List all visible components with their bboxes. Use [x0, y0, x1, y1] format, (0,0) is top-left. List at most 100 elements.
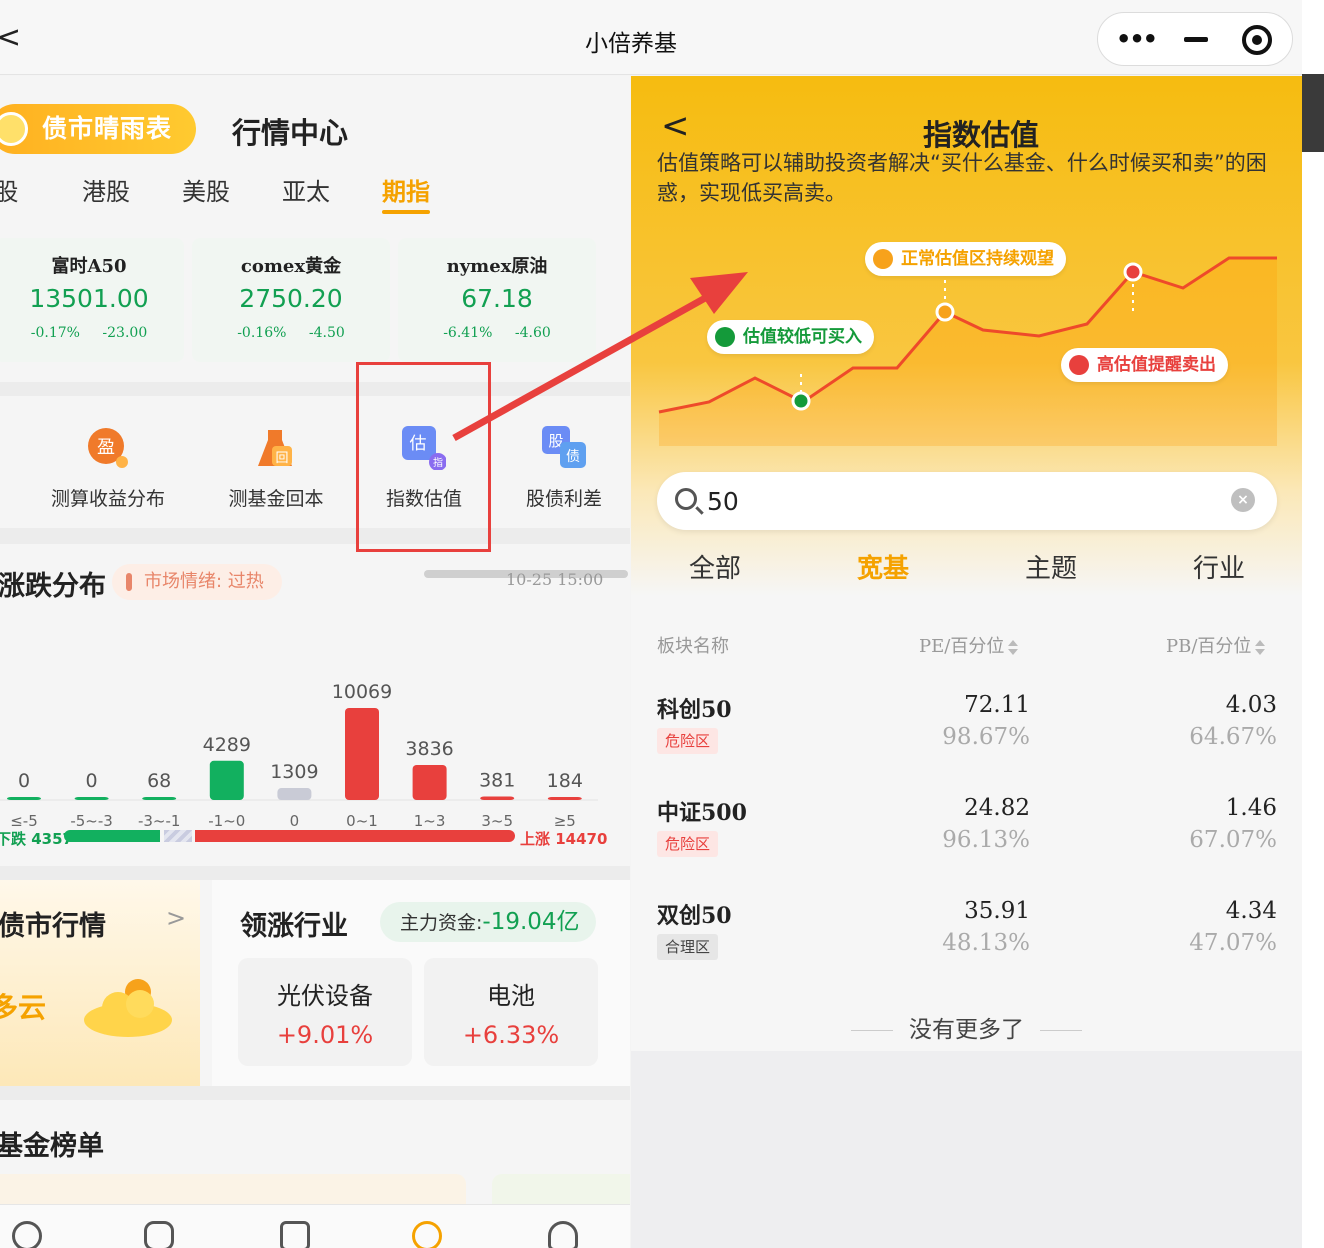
- annotation-highlight-box: [356, 362, 491, 552]
- app-title: 小倍养基: [585, 31, 677, 57]
- bar-3: [209, 760, 244, 800]
- bond-weather-badge[interactable]: 债市晴雨表: [0, 104, 196, 154]
- search-icon: [675, 488, 697, 510]
- quote-change: -0.16% -4.50: [237, 325, 345, 341]
- market-tab-icon[interactable]: [412, 1221, 442, 1248]
- divider: [0, 382, 630, 396]
- col-header-pe[interactable]: PE/百分位: [919, 632, 1019, 658]
- quote-name: comex黄金: [240, 256, 342, 277]
- bar-0: [7, 797, 41, 800]
- leading-industries-card: 领涨行业 主力资金:-19.04亿 光伏设备 +9.01% 电池 +6.33%: [212, 880, 630, 1086]
- search-box: ×: [657, 472, 1277, 530]
- orange-dot-icon: [873, 249, 893, 269]
- tool-profit-distribution[interactable]: 盈 测算收益分布: [38, 426, 178, 511]
- bar-value-label: 68: [147, 770, 171, 792]
- profile-tab-icon[interactable]: [548, 1221, 578, 1248]
- col-header-name: 板块名称: [657, 636, 729, 657]
- tool-equity-bond-spread[interactable]: 股债 股债利差: [494, 426, 630, 511]
- bond-market-card[interactable]: 债市行情 > 多云: [0, 880, 200, 1086]
- col-header-pb[interactable]: PB/百分位: [1166, 632, 1266, 658]
- bar-6: [412, 764, 447, 800]
- zone-badge: 合理区: [657, 934, 719, 960]
- index-valuation-panel: < 指数估值 估值策略可以辅助投资者解决“买什么基金、什么时候买和卖”的困惑，实…: [631, 76, 1302, 1248]
- sell-label: 高估值提醒卖出: [1061, 348, 1228, 382]
- tab-futures[interactable]: 期指: [382, 172, 430, 207]
- tab-industry[interactable]: 行业: [1193, 548, 1245, 585]
- equity-bond-icon: 股债: [542, 426, 586, 470]
- quote-card[interactable]: nymex原油 67.18 -6.41% -4.60: [398, 238, 596, 362]
- bar-value-label: 1309: [270, 761, 318, 783]
- tab-indicator: [382, 210, 430, 214]
- tool-payback[interactable]: 回 测基金回本: [206, 426, 346, 511]
- title-bar: < 小倍养基 •••: [0, 0, 1302, 75]
- market-mood-badge: 市场情绪: 过热: [112, 564, 282, 600]
- sort-icon: [1255, 639, 1266, 655]
- minimize-icon[interactable]: [1184, 37, 1208, 42]
- green-dot-icon: [715, 327, 735, 347]
- search-input[interactable]: [707, 482, 1207, 520]
- zone-badge: 危险区: [657, 831, 719, 857]
- svg-text:回: 回: [275, 451, 288, 466]
- page-title: 行情中心: [232, 116, 349, 150]
- bar-7: [480, 796, 515, 800]
- table-row[interactable]: 中证500 危险区 24.82 96.13% 1.46 67.07%: [631, 795, 1302, 895]
- clear-icon[interactable]: ×: [1231, 488, 1255, 512]
- hero-banner: < 指数估值 估值策略可以辅助投资者解决“买什么基金、什么时候买和卖”的困惑，实…: [631, 76, 1302, 602]
- tab-apac[interactable]: 亚太: [282, 172, 330, 207]
- bar-value-label: 3836: [405, 738, 453, 760]
- red-dot-icon: [1069, 355, 1089, 375]
- flat-segment: [164, 830, 192, 842]
- distribution-title: 涨跌分布: [0, 571, 106, 602]
- hold-label: 正常估值区持续观望: [865, 242, 1066, 276]
- quote-card[interactable]: 富时A50 13501.00 -0.17% -23.00: [0, 238, 184, 362]
- market-center-panel: 债市晴雨表 行情中心 A股 港股 美股 亚太 期指 富时A50 13501.00…: [0, 76, 630, 1248]
- up-down-ratio-bar: 下跌 4357 上涨 14470: [0, 826, 630, 852]
- industry-card[interactable]: 电池 +6.33%: [424, 958, 598, 1066]
- bar-value-label: 0: [86, 770, 98, 792]
- bar-value-label: 381: [479, 770, 515, 792]
- bar-value-label: 184: [547, 770, 583, 792]
- close-icon[interactable]: [1242, 25, 1272, 55]
- tab-all[interactable]: 全部: [689, 548, 741, 585]
- background-strip: [1302, 0, 1324, 1248]
- bottom-tab-bar: [0, 1204, 630, 1248]
- bar-value-label: 10069: [332, 681, 392, 703]
- valuation-table: 板块名称 PE/百分位 PB/百分位 科创50 危险区 72.11 98.67% …: [631, 596, 1302, 1051]
- industry-change: +6.33%: [462, 1021, 560, 1049]
- tools-tab-icon[interactable]: [280, 1221, 310, 1248]
- quote-card[interactable]: comex黄金 2750.20 -0.16% -4.50: [192, 238, 390, 362]
- sort-icon: [1008, 639, 1019, 655]
- chevron-right-icon: >: [166, 904, 187, 932]
- buy-point: [791, 391, 811, 411]
- bar-5: [345, 708, 379, 800]
- home-tab-icon[interactable]: [12, 1221, 42, 1248]
- tab-hk[interactable]: 港股: [82, 172, 130, 207]
- profit-icon: 盈: [86, 426, 130, 470]
- bond-weather: 多云: [0, 991, 47, 1024]
- industry-name: 电池: [487, 982, 535, 1010]
- bar-8: [547, 797, 582, 800]
- bond-card-title: 债市行情: [0, 911, 106, 942]
- industry-card[interactable]: 光伏设备 +9.01%: [238, 958, 412, 1066]
- tool-label: 股债利差: [525, 488, 602, 510]
- add-tab-icon[interactable]: [144, 1221, 174, 1248]
- flask-icon: 回: [254, 426, 298, 470]
- buy-label: 估值较低可买入: [707, 320, 874, 354]
- quote-change: -0.17% -23.00: [30, 325, 148, 341]
- tab-a-share[interactable]: A股: [0, 172, 18, 207]
- row-name: 双创50: [657, 903, 732, 929]
- svg-text:债: 债: [566, 449, 580, 465]
- fund-rank-title: 基金榜单: [0, 1131, 104, 1162]
- table-row[interactable]: 科创50 危险区 72.11 98.67% 4.03 64.67%: [631, 692, 1302, 792]
- distribution-time: 10-25 15:00: [506, 570, 604, 589]
- tab-theme[interactable]: 主题: [1025, 548, 1077, 585]
- more-icon[interactable]: •••: [1116, 25, 1158, 53]
- divider: [0, 528, 630, 544]
- tab-us[interactable]: 美股: [182, 172, 230, 207]
- quote-value: 67.18: [461, 284, 533, 313]
- tab-broad-base[interactable]: 宽基: [857, 548, 909, 585]
- table-row[interactable]: 双创50 合理区 35.91 48.13% 4.34 47.07%: [631, 898, 1302, 998]
- bar-2: [142, 797, 177, 800]
- app-window: < 小倍养基 ••• 债市晴雨表 行情中心 A股 港股 美股 亚太 期指 富时A…: [0, 0, 1302, 1248]
- quote-value: 2750.20: [239, 284, 343, 313]
